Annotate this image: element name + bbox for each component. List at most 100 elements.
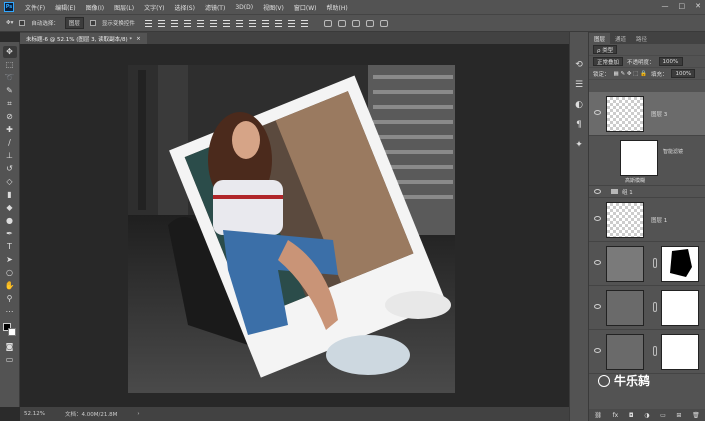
distribute-right-icon[interactable] (287, 19, 295, 27)
show-transform-checkbox[interactable] (89, 20, 96, 26)
align-top-icon[interactable] (144, 19, 152, 27)
blur-icon[interactable]: ◆ (3, 202, 17, 214)
link-layers-icon[interactable]: ⛓ (594, 412, 602, 419)
move-tool-icon[interactable]: ✥▾ (6, 20, 13, 26)
visibility-eye-icon[interactable] (594, 348, 601, 353)
new-group-icon[interactable]: ▭ (660, 412, 666, 419)
layer-mask-thumbnail[interactable] (661, 290, 699, 326)
zoom-level[interactable]: 52.12% (24, 411, 45, 417)
distribute-vcenter-icon[interactable] (235, 19, 243, 27)
menu-view[interactable]: 视图(V) (258, 3, 289, 12)
distribute-hcenter-icon[interactable] (274, 19, 282, 27)
distribute-left-icon[interactable] (261, 19, 269, 27)
more-tools-icon[interactable]: ⋯ (3, 306, 17, 318)
move-icon[interactable]: ✥ (2, 46, 17, 58)
menu-select[interactable]: 选择(S) (169, 3, 200, 12)
align-right-icon[interactable] (209, 19, 217, 27)
document-tab[interactable]: 未标题-6 @ 52.1% (图层 3, 读取副本/8) * × (20, 33, 147, 44)
layer-mask-thumbnail[interactable] (661, 334, 699, 370)
eyedropper-icon[interactable]: ⊘ (3, 111, 17, 123)
stamp-icon[interactable]: ⊥ (3, 150, 17, 162)
zoom-icon[interactable]: ⚲ (3, 293, 17, 305)
dodge-icon[interactable]: ● (3, 215, 17, 227)
layer-row-3[interactable]: 图层 3 (589, 92, 705, 136)
layer-name[interactable]: 图层 3 (651, 110, 667, 118)
menu-file[interactable]: 文件(F) (20, 3, 50, 12)
layer-row-mask-b[interactable] (589, 286, 705, 330)
visibility-eye-icon[interactable] (594, 260, 601, 265)
quick-select-icon[interactable]: ✎ (3, 85, 17, 97)
healing-icon[interactable]: ✚ (3, 124, 17, 136)
gaussian-blur-label[interactable]: 高斯模糊 (625, 177, 645, 184)
maximize-icon[interactable]: □ (679, 2, 686, 10)
lock-icons[interactable]: ▦ ✎ ✥ ⬚ 🔒 (614, 71, 647, 77)
distribute-bottom-icon[interactable] (248, 19, 256, 27)
color-swatches[interactable] (2, 323, 17, 337)
auto-align-icon[interactable] (300, 19, 308, 27)
type-icon[interactable]: T (3, 241, 17, 253)
adjustments-icon[interactable]: ◐ (575, 100, 583, 110)
menu-filter[interactable]: 滤镜(T) (200, 3, 230, 12)
align-left-icon[interactable] (183, 19, 191, 27)
properties-icon[interactable]: ☰ (575, 80, 583, 90)
chain-link-icon[interactable] (653, 302, 657, 312)
blend-mode-select[interactable]: 正常叠加 (593, 57, 624, 66)
adjustment-layer-icon[interactable]: ◑ (644, 412, 649, 419)
visibility-eye-icon[interactable] (594, 189, 601, 194)
gradient-icon[interactable]: ▮ (3, 189, 17, 201)
add-mask-icon[interactable]: ◘ (629, 412, 634, 419)
visibility-eye-icon[interactable] (594, 110, 601, 115)
3d-scale-icon[interactable] (379, 19, 388, 27)
fill-field[interactable]: 100% (671, 69, 696, 78)
paragraph-icon[interactable]: ¶ (576, 120, 582, 130)
layer-name[interactable]: 图层 1 (651, 216, 667, 224)
screen-mode-icon[interactable]: ▭ (3, 354, 17, 366)
menu-edit[interactable]: 编辑(E) (50, 3, 80, 12)
3d-drag-icon[interactable] (351, 19, 360, 27)
close-icon[interactable]: ✕ (695, 2, 701, 10)
menu-help[interactable]: 帮助(H) (322, 3, 353, 12)
3d-rotate-icon[interactable] (323, 19, 332, 27)
chain-link-icon[interactable] (653, 258, 657, 268)
3d-slide-icon[interactable] (365, 19, 374, 27)
tab-layers[interactable]: 图层 (589, 33, 611, 44)
menu-image[interactable]: 图像(I) (81, 3, 109, 12)
auto-select-checkbox[interactable] (19, 20, 26, 26)
layer-mask-thumbnail[interactable] (661, 246, 699, 282)
new-layer-icon[interactable]: ⊞ (676, 412, 681, 419)
close-tab-icon[interactable]: × (136, 36, 141, 42)
status-arrow-icon[interactable]: › (137, 411, 139, 417)
menu-window[interactable]: 窗口(W) (289, 3, 322, 12)
layer-row-1[interactable]: 图层 1 (589, 198, 705, 242)
layer-row-mask-c[interactable] (589, 330, 705, 374)
canvas-workspace[interactable] (20, 44, 569, 407)
trash-icon[interactable]: 🗑 (692, 412, 700, 419)
pen-icon[interactable]: ✒ (3, 228, 17, 240)
shape-icon[interactable]: ○ (3, 267, 17, 279)
history-brush-icon[interactable]: ↺ (3, 163, 17, 175)
chain-link-icon[interactable] (653, 346, 657, 356)
fx-icon[interactable]: fx (613, 412, 619, 419)
brush-icon[interactable]: ∕ (3, 137, 17, 149)
quick-mask-icon[interactable]: ◙ (3, 341, 17, 353)
minimize-icon[interactable]: — (662, 2, 669, 10)
menu-layer[interactable]: 图层(L) (109, 3, 139, 12)
path-select-icon[interactable]: ➤ (3, 254, 17, 266)
crop-icon[interactable]: ⌗ (3, 98, 17, 110)
document-canvas[interactable] (128, 65, 455, 393)
auto-select-dropdown[interactable]: 图层 (64, 17, 84, 29)
align-vcenter-icon[interactable] (157, 19, 165, 27)
layer-row-mask-a[interactable] (589, 242, 705, 286)
hand-icon[interactable]: ✋ (3, 280, 17, 292)
3d-roll-icon[interactable] (337, 19, 346, 27)
opacity-field[interactable]: 100% (658, 57, 683, 66)
menu-3d[interactable]: 3D(D) (230, 4, 258, 11)
menu-type[interactable]: 文字(Y) (139, 3, 169, 12)
group-row[interactable]: 组 1 (589, 186, 705, 198)
visibility-eye-icon[interactable] (594, 216, 601, 221)
tab-paths[interactable]: 路径 (631, 33, 652, 44)
marquee-icon[interactable]: ⬚ (3, 59, 17, 71)
visibility-eye-icon[interactable] (594, 304, 601, 309)
smart-filter-row[interactable]: 智能滤镜 高斯模糊 (589, 136, 705, 186)
brush-settings-icon[interactable]: ✦ (575, 140, 583, 150)
